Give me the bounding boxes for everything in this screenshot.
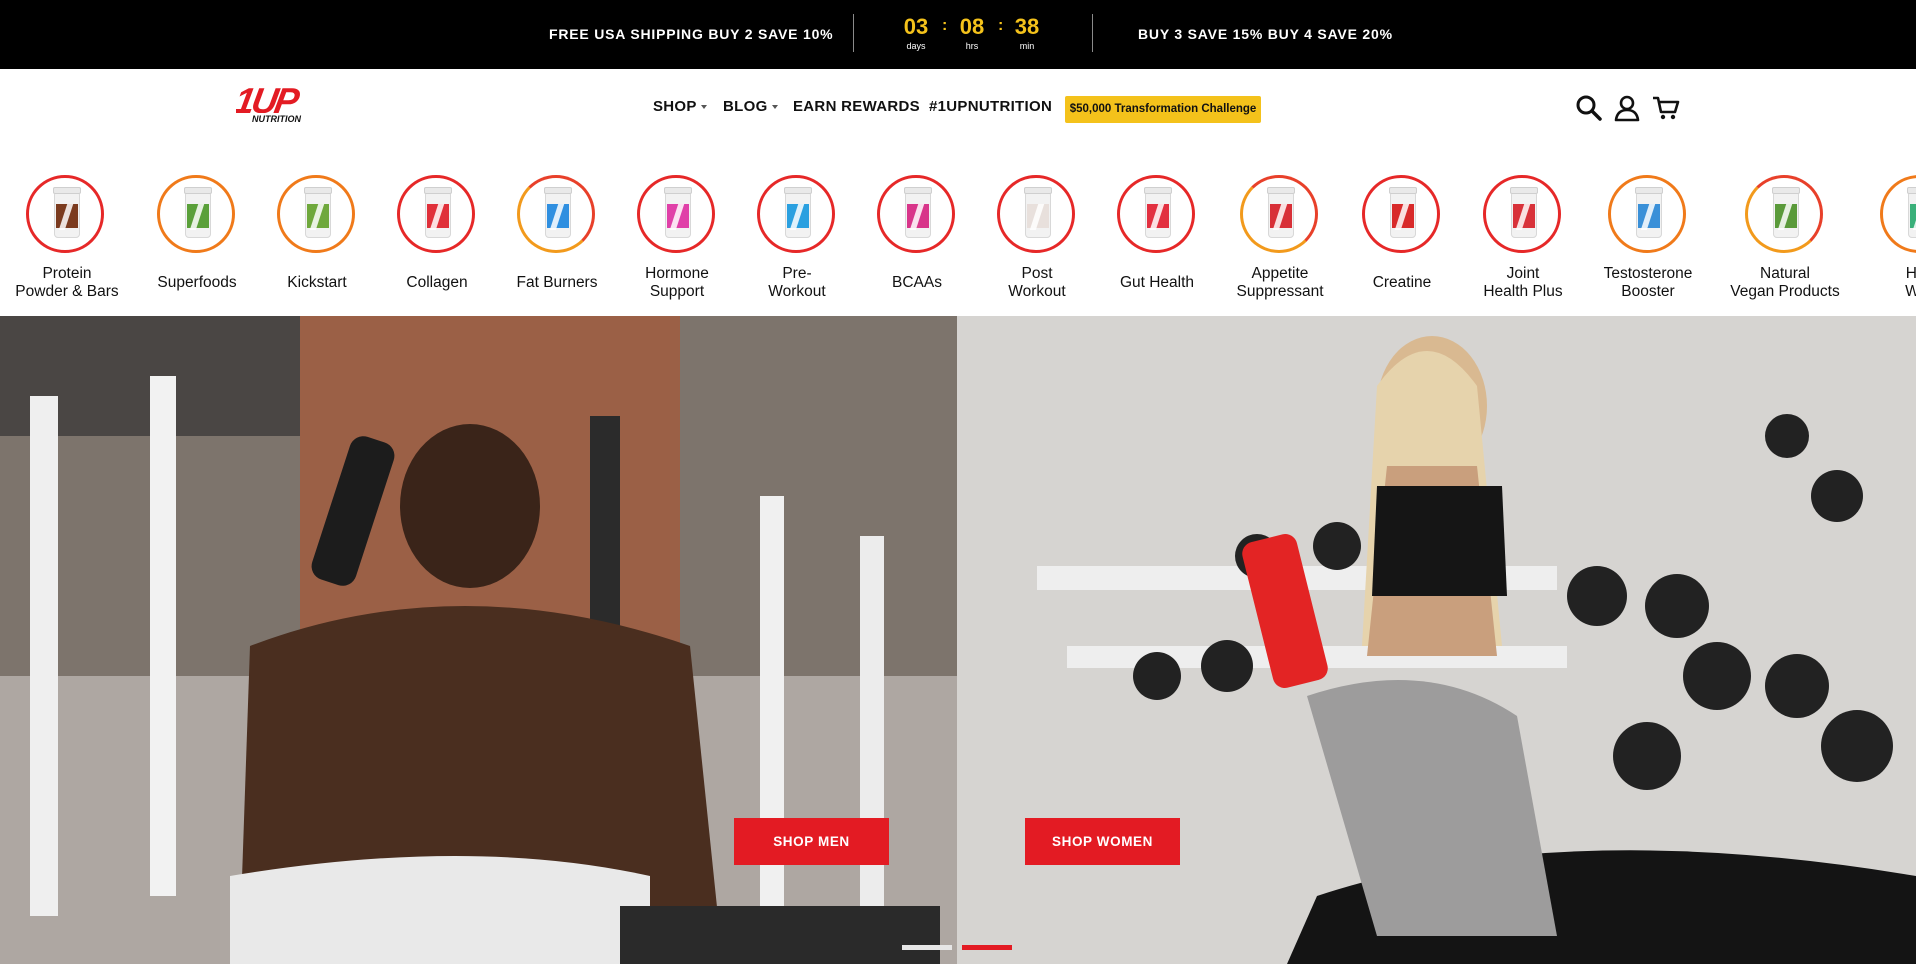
category-image[interactable] <box>1745 175 1823 253</box>
category-image[interactable] <box>1117 175 1195 253</box>
category-label: BCAAs <box>892 274 942 291</box>
product-tub-icon <box>1024 187 1052 238</box>
category-image[interactable] <box>1608 175 1686 253</box>
product-tub-icon <box>304 187 332 238</box>
category-label: Superfoods <box>157 274 237 291</box>
nav-shop[interactable]: SHOP <box>653 98 707 115</box>
product-tub-icon <box>1635 187 1663 238</box>
category-label: Pre- Workout <box>768 265 826 300</box>
shipping-promo-text: FREE USA SHIPPING BUY 2 SAVE 10% <box>549 26 834 42</box>
category-label: Gut Health <box>1119 274 1195 291</box>
category-image[interactable] <box>1240 175 1318 253</box>
category-image[interactable] <box>1483 175 1561 253</box>
category-label: Joint Health Plus <box>1483 265 1563 300</box>
hero-banner: SHOP MEN SHOP WOMEN <box>0 316 1916 964</box>
product-tub-icon <box>1510 187 1538 238</box>
product-tub-icon <box>424 187 452 238</box>
category-image[interactable] <box>877 175 955 253</box>
nav-hashtag[interactable]: #1UPNUTRITION <box>929 98 1052 115</box>
hero-women-image: SHOP WOMEN <box>957 316 1916 964</box>
announcement-bar: FREE USA SHIPPING BUY 2 SAVE 10% 03 days… <box>0 0 1916 69</box>
category-image[interactable] <box>1362 175 1440 253</box>
shop-men-button[interactable]: SHOP MEN <box>734 818 889 865</box>
category-label: Appetite Suppressant <box>1236 265 1324 300</box>
category-image[interactable] <box>637 175 715 253</box>
product-tub-icon <box>544 187 572 238</box>
category-label: Testosterone Booster <box>1603 265 1693 300</box>
product-tub-icon <box>1772 187 1800 238</box>
product-tub-icon <box>1907 187 1916 238</box>
slide-indicator-2-active[interactable] <box>962 945 1012 950</box>
category-label: Creatine <box>1372 274 1432 291</box>
category-label: Protein Powder & Bars <box>15 265 119 300</box>
divider <box>853 14 854 52</box>
category-image[interactable] <box>997 175 1075 253</box>
category-carousel: Protein Powder & Bars Superfoods Kickstart… <box>0 169 1916 316</box>
product-tub-icon <box>784 187 812 238</box>
hero-men-image: SHOP MEN <box>0 316 957 964</box>
category-label: Hea Well <box>1905 265 1916 300</box>
category-label: Hormone Support <box>645 265 709 300</box>
category-image[interactable] <box>757 175 835 253</box>
countdown-minutes: 38 min <box>1014 14 1040 51</box>
countdown-days: 03 days <box>903 14 929 51</box>
category-label: Collagen <box>406 274 468 291</box>
nav-earn-rewards[interactable]: EARN REWARDS <box>793 98 920 115</box>
countdown-separator: : <box>998 17 1004 34</box>
category-label: Fat Burners <box>516 274 598 291</box>
category-label: Post Workout <box>1008 265 1066 300</box>
chevron-down-icon <box>771 105 778 110</box>
product-tub-icon <box>1144 187 1172 238</box>
brand-logo[interactable]: 1UP NUTRITION <box>231 80 332 127</box>
product-tub-icon <box>1389 187 1417 238</box>
divider <box>1092 14 1093 52</box>
account-icon[interactable] <box>1613 94 1641 122</box>
product-tub-icon <box>664 187 692 238</box>
product-tub-icon <box>904 187 932 238</box>
category-image[interactable] <box>397 175 475 253</box>
countdown-hours: 08 hrs <box>959 14 985 51</box>
search-icon[interactable] <box>1575 94 1603 122</box>
chevron-down-icon <box>700 105 707 110</box>
category-image[interactable] <box>1880 175 1916 253</box>
category-image[interactable] <box>26 175 104 253</box>
cart-icon[interactable] <box>1652 94 1680 122</box>
category-label: Kickstart <box>287 274 347 291</box>
category-image[interactable] <box>277 175 355 253</box>
category-image[interactable] <box>157 175 235 253</box>
category-label: Natural Vegan Products <box>1730 265 1840 300</box>
category-image[interactable] <box>517 175 595 253</box>
countdown-timer: 03 days : 08 hrs : 38 min <box>890 14 1050 54</box>
product-tub-icon <box>1267 187 1295 238</box>
site-header: 1UP NUTRITION SHOP BLOG EARN REWARDS #1U… <box>0 69 1916 169</box>
slide-indicator-1[interactable] <box>902 945 952 950</box>
nav-blog-label: BLOG <box>723 98 768 115</box>
nav-blog[interactable]: BLOG <box>723 98 778 115</box>
bulk-discount-promo-text: BUY 3 SAVE 15% BUY 4 SAVE 20% <box>1138 26 1393 42</box>
countdown-separator: : <box>942 17 948 34</box>
product-tub-icon <box>184 187 212 238</box>
product-tub-icon <box>53 187 81 238</box>
nav-shop-label: SHOP <box>653 98 697 115</box>
shop-women-button[interactable]: SHOP WOMEN <box>1025 818 1180 865</box>
logo-subtext: NUTRITION <box>252 114 301 124</box>
transformation-challenge-button[interactable]: $50,000 Transformation Challenge <box>1065 96 1261 123</box>
